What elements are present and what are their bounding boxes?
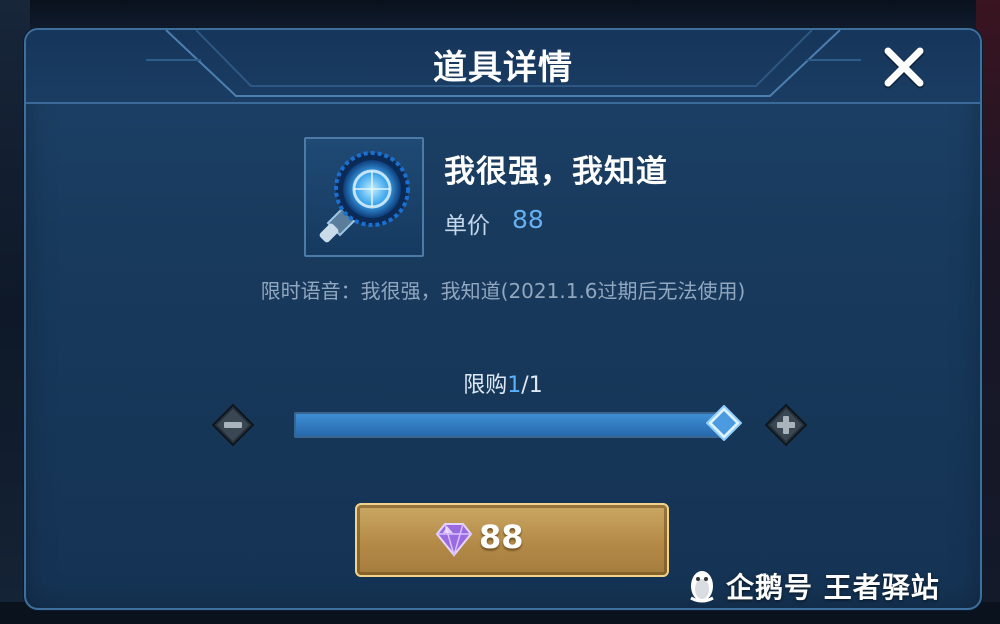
- purchase-limit-current: 1: [507, 373, 522, 398]
- quantity-slider-track[interactable]: [294, 412, 726, 438]
- penguin-icon: [690, 571, 714, 603]
- minus-icon: [211, 403, 255, 447]
- quantity-slider-fill: [296, 414, 724, 436]
- unit-price-label: 单价: [444, 213, 490, 239]
- slider-diamond-icon: [705, 404, 743, 442]
- close-button[interactable]: [882, 46, 926, 90]
- purchase-limit-separator: /: [521, 373, 529, 398]
- background-top: [0, 0, 1000, 30]
- diamond-gem-icon: [435, 523, 473, 557]
- dialog-header: 道具详情: [26, 30, 980, 104]
- purchase-limit: 限购1/1: [26, 367, 980, 399]
- item-name: 我很强，我知道: [444, 154, 668, 190]
- purchase-price: 88: [479, 518, 524, 556]
- close-icon: [883, 47, 925, 89]
- plus-icon: [764, 403, 808, 447]
- item-details-dialog: 道具详情 我很强，我知道 单价 88 限时语音：我很强，我知道(2021.1.6…: [24, 28, 982, 610]
- decrease-quantity-button[interactable]: [211, 403, 255, 447]
- unit-price-value: 88: [512, 205, 544, 234]
- increase-quantity-button[interactable]: [764, 403, 808, 447]
- purchase-button[interactable]: 88: [355, 503, 669, 577]
- watermark-text: 企鹅号 王者驿站: [726, 571, 940, 604]
- item-description: 限时语音：我很强，我知道(2021.1.6过期后无法使用): [260, 279, 746, 303]
- purchase-limit-max: 1: [528, 373, 543, 398]
- speaker-horn-icon: [319, 151, 410, 243]
- dialog-title: 道具详情: [433, 48, 573, 88]
- item-icon-frame: [304, 137, 424, 257]
- quantity-slider-thumb[interactable]: [705, 404, 743, 442]
- purchase-limit-label: 限购: [463, 373, 508, 398]
- watermark: 企鹅号 王者驿站: [686, 566, 940, 606]
